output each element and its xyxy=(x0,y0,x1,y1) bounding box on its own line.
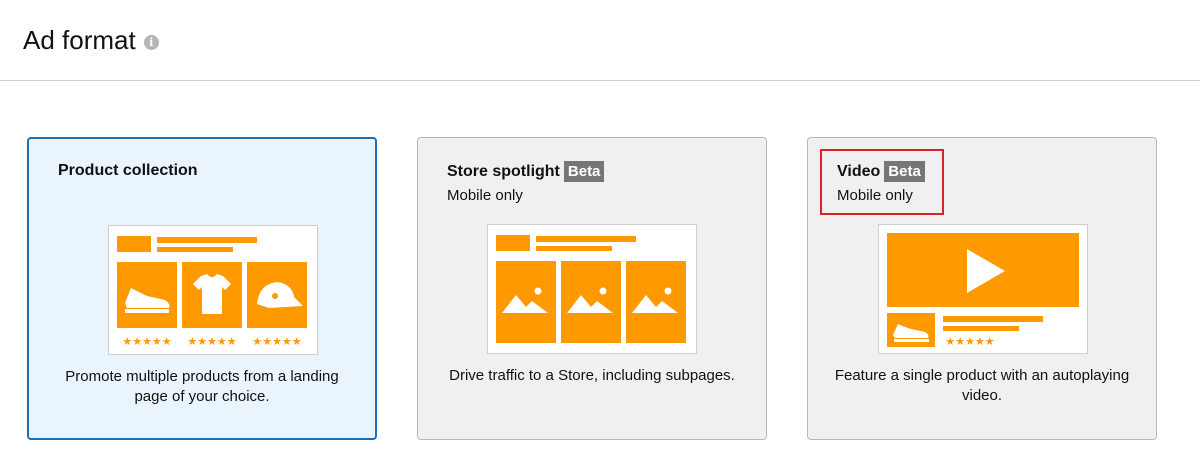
store-spotlight-illustration xyxy=(487,224,697,354)
rating-stars: ★★★★★ xyxy=(187,335,236,348)
page-title-text: Ad format xyxy=(23,25,136,55)
image-placeholder-icon xyxy=(496,261,556,343)
ad-format-card-video[interactable]: Video Beta Mobile only ★★★★★ Feature a s… xyxy=(807,137,1157,440)
page-title: Ad format i xyxy=(23,25,159,56)
card-subtitle: Mobile only xyxy=(837,187,913,204)
card-header: Store spotlight Beta Mobile only xyxy=(447,161,605,204)
rating-stars: ★★★★★ xyxy=(252,335,301,348)
image-placeholder-icon xyxy=(561,261,621,343)
card-title-text: Product collection xyxy=(58,162,198,179)
page-header: Ad format i xyxy=(0,0,1200,81)
rating-stars: ★★★★★ xyxy=(945,335,994,348)
product-collection-illustration: ★★★★★ ★★★★★ ★★★★★ xyxy=(108,225,318,355)
beta-badge: Beta xyxy=(563,161,605,182)
subheadline-bar xyxy=(157,247,233,252)
card-title: Product collection xyxy=(58,162,198,180)
card-description: Feature a single product with an autopla… xyxy=(834,367,1130,404)
shoe-tile xyxy=(117,262,177,328)
info-icon[interactable]: i xyxy=(143,35,159,50)
shoe-icon xyxy=(887,313,935,347)
tshirt-tile xyxy=(182,262,242,328)
card-title-text: Video xyxy=(837,162,881,180)
card-header: Product collection xyxy=(58,162,198,180)
beta-badge: Beta xyxy=(884,161,925,182)
cap-tile xyxy=(247,262,307,328)
play-icon xyxy=(887,233,1079,307)
ad-format-card-product-collection[interactable]: Product collection ★★★★★ ★★★★★ ★★★★★ Pro… xyxy=(27,137,377,440)
rating-stars: ★★★★★ xyxy=(122,335,171,348)
headline-bar xyxy=(157,237,257,243)
card-subtitle: Mobile only xyxy=(447,187,523,204)
card-header: Video Beta Mobile only xyxy=(837,161,925,204)
card-description: Drive traffic to a Store, including subp… xyxy=(449,367,735,384)
card-title: Store spotlight Beta xyxy=(447,161,605,182)
image-placeholder-icon xyxy=(626,261,686,343)
ad-format-card-store-spotlight[interactable]: Store spotlight Beta Mobile only Drive t… xyxy=(417,137,767,440)
card-title-text: Store spotlight xyxy=(447,162,560,180)
card-description: Promote multiple products from a landing… xyxy=(65,368,339,405)
card-title: Video Beta xyxy=(837,161,925,182)
video-illustration: ★★★★★ xyxy=(878,224,1088,354)
logo-block xyxy=(117,236,151,252)
